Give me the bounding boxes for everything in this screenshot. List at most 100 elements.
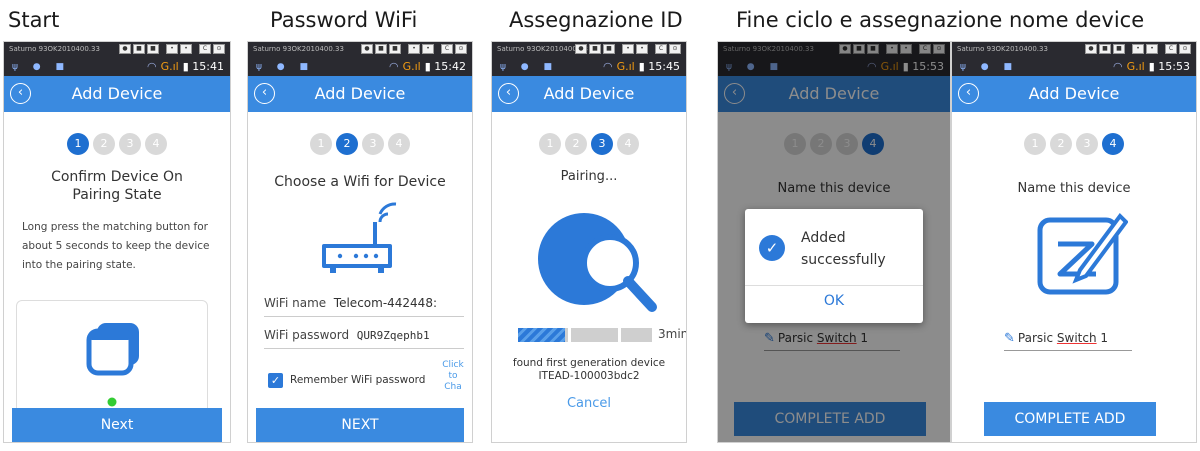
step-2: 2 bbox=[336, 133, 358, 155]
quick-toggles: ● ■ ■ • • C ⊙ bbox=[1085, 44, 1191, 54]
wifi-icon: ◠ bbox=[388, 60, 399, 73]
status-right: ◠ G.ıl ▮ 15:53 bbox=[1113, 60, 1190, 73]
step-1: 1 bbox=[67, 133, 89, 155]
screen-heading: Confirm Device On Pairing State bbox=[51, 169, 183, 203]
phone-screen-start: Saturno 93OK2010400.33 ● ■ ■ • • C ⊙ ψ ● ■ ◠ G.… bbox=[4, 42, 230, 442]
step-1: 1 bbox=[539, 133, 561, 155]
app-header: ‹ Add Device bbox=[492, 76, 686, 112]
wifi-icon: ◠ bbox=[1112, 60, 1123, 73]
step-2: 2 bbox=[93, 133, 115, 155]
header-title: Add Device bbox=[1028, 84, 1120, 103]
notification-icons: ψ ● ■ bbox=[256, 62, 315, 72]
notification-icons: ψ ● ■ bbox=[500, 62, 559, 72]
header-title: Add Device bbox=[71, 84, 163, 103]
notification-icons: ψ ● ■ bbox=[960, 62, 1019, 72]
step-4: 4 bbox=[617, 133, 639, 155]
signal-icon: G.ıl bbox=[402, 60, 421, 73]
clock: 15:45 bbox=[648, 60, 680, 73]
clock: 15:42 bbox=[434, 60, 466, 73]
wifi-icon: ◠ bbox=[146, 60, 157, 73]
carrier-text: Saturno 93OK2010400.33 bbox=[957, 45, 1048, 53]
step-indicator: 1234 bbox=[4, 132, 230, 155]
battery-icon: ▮ bbox=[182, 60, 189, 73]
quick-toggles: ● ■ ■ • • C ⊙ bbox=[119, 44, 225, 54]
name-heading: Name this device bbox=[1017, 181, 1131, 196]
caption-password-wifi: Password WiFi bbox=[270, 8, 418, 32]
pairing-progress-fill bbox=[518, 328, 565, 342]
wifi-password-label: WiFi password bbox=[264, 328, 350, 342]
device-name-input[interactable]: ✎ Parsic Switch 1 bbox=[1004, 328, 1132, 351]
device-illustration-card bbox=[16, 300, 208, 422]
status-bar: Saturno 93OK2010400.33 ● ■ ■ • • C ⊙ ψ ● ■ ◠ G.… bbox=[492, 42, 686, 76]
edit-icon: ✎ bbox=[1004, 331, 1015, 346]
router-icon bbox=[322, 202, 397, 273]
app-header: ‹ Add Device bbox=[248, 76, 472, 112]
step-3: 3 bbox=[1076, 133, 1098, 155]
step-2: 2 bbox=[1050, 133, 1072, 155]
step-3: 3 bbox=[591, 133, 613, 155]
header-title: Add Device bbox=[543, 84, 635, 103]
found-device-line2: ITEAD-100003bdc2 bbox=[538, 370, 640, 382]
next-button[interactable]: Next bbox=[12, 408, 222, 442]
phone-screen-name-device: Saturno 93OK2010400.33 ● ■ ■ • • C ⊙ ψ ● ■ ◠ G.… bbox=[952, 42, 1196, 442]
carrier-text: Saturno 93OK2010400.33 bbox=[253, 45, 344, 53]
battery-icon: ▮ bbox=[638, 60, 645, 73]
status-bar: Saturno 93OK2010400.33 ● ■ ■ • • C ⊙ ψ ● ■ ◠ G.… bbox=[248, 42, 472, 76]
instruction-text: Long press the matching button for about… bbox=[22, 221, 210, 271]
step-4: 4 bbox=[1102, 133, 1124, 155]
progress-time: 3min bbox=[658, 327, 686, 341]
battery-icon: ▮ bbox=[1148, 60, 1155, 73]
wifi-icon: ◠ bbox=[602, 60, 613, 73]
battery-icon: ▮ bbox=[424, 60, 431, 73]
caption-fine-ciclo: Fine ciclo e assegnazione nome device bbox=[736, 8, 1145, 32]
pairing-progress-bar bbox=[518, 328, 652, 342]
found-device-line1: found first generation device bbox=[512, 357, 666, 369]
cancel-link[interactable]: Cancel bbox=[492, 396, 686, 411]
step-1: 1 bbox=[1024, 133, 1046, 155]
status-right: ◠ G.ıl ▮ 15:45 bbox=[603, 60, 680, 73]
status-right: ◠ G.ıl ▮ 15:42 bbox=[389, 60, 466, 73]
app-header: ‹ Add Device bbox=[4, 76, 230, 112]
device-pairing-icon bbox=[86, 323, 139, 407]
pairing-heading: Pairing... bbox=[560, 169, 618, 184]
status-bar: Saturno 93OK2010400.33 ● ■ ■ • • C ⊙ ψ ● ■ ◠ G.… bbox=[952, 42, 1196, 76]
remember-wifi-label: Remember WiFi password bbox=[290, 374, 426, 386]
clock: 15:41 bbox=[192, 60, 224, 73]
notification-icons: ψ ● ■ bbox=[12, 62, 71, 72]
phone-screen-pairing: Saturno 93OK2010400.33 ● ■ ■ • • C ⊙ ψ ● ■ ◠ G.… bbox=[492, 42, 686, 442]
signal-icon: G.ıl bbox=[1126, 60, 1145, 73]
check-icon: ✓ bbox=[759, 235, 785, 261]
phone-screen-added-dialog: Saturno 93OK2010400.33 ● ■ ■ • • C ⊙ ψ ● ■ ◠ G.… bbox=[718, 42, 950, 442]
wifi-name-label: WiFi name bbox=[264, 296, 327, 310]
next-button[interactable]: NEXT bbox=[256, 408, 464, 442]
step-4: 4 bbox=[388, 133, 410, 155]
quick-toggles: ● ■ ■ • • C ⊙ bbox=[575, 44, 681, 54]
header-title: Add Device bbox=[314, 84, 406, 103]
dialog-message: Added successfully bbox=[801, 230, 886, 268]
phone-screen-password-wifi: Saturno 93OK2010400.33 ● ■ ■ • • C ⊙ ψ ● ■ ◠ G.… bbox=[248, 42, 472, 442]
clock: 15:53 bbox=[1158, 60, 1190, 73]
step-indicator: 1234 bbox=[248, 132, 472, 155]
screen-heading: Choose a Wifi for Device bbox=[274, 174, 446, 190]
ok-button[interactable]: OK bbox=[745, 293, 923, 309]
search-device-icon bbox=[538, 213, 657, 312]
signal-icon: G.ıl bbox=[616, 60, 635, 73]
step-1: 1 bbox=[310, 133, 332, 155]
step-3: 3 bbox=[362, 133, 384, 155]
complete-add-button[interactable]: COMPLETE ADD bbox=[984, 402, 1156, 436]
step-2: 2 bbox=[565, 133, 587, 155]
wifi-password-input[interactable]: QUR9Zqephb1 bbox=[357, 329, 430, 342]
remember-checkbox[interactable]: ✓ bbox=[268, 373, 283, 388]
click-to-change-link[interactable]: Click to Cha bbox=[440, 360, 466, 393]
step-indicator: 1234 bbox=[492, 132, 686, 155]
wifi-name-field[interactable]: WiFi name Telecom-442448: bbox=[264, 292, 464, 317]
caption-assegnazione-id: Assegnazione ID bbox=[509, 8, 683, 32]
found-device-text: found first generation device ITEAD-1000… bbox=[492, 357, 686, 383]
caption-start: Start bbox=[8, 8, 60, 32]
wifi-name-value: Telecom-442448: bbox=[333, 296, 437, 310]
status-bar: Saturno 93OK2010400.33 ● ■ ■ • • C ⊙ ψ ● ■ ◠ G.… bbox=[4, 42, 230, 76]
quick-toggles: ● ■ ■ • • C ⊙ bbox=[361, 44, 467, 54]
signal-icon: G.ıl bbox=[160, 60, 179, 73]
step-indicator: 1234 bbox=[952, 132, 1196, 155]
wifi-password-field[interactable]: WiFi password QUR9Zqephb1 bbox=[264, 324, 464, 349]
